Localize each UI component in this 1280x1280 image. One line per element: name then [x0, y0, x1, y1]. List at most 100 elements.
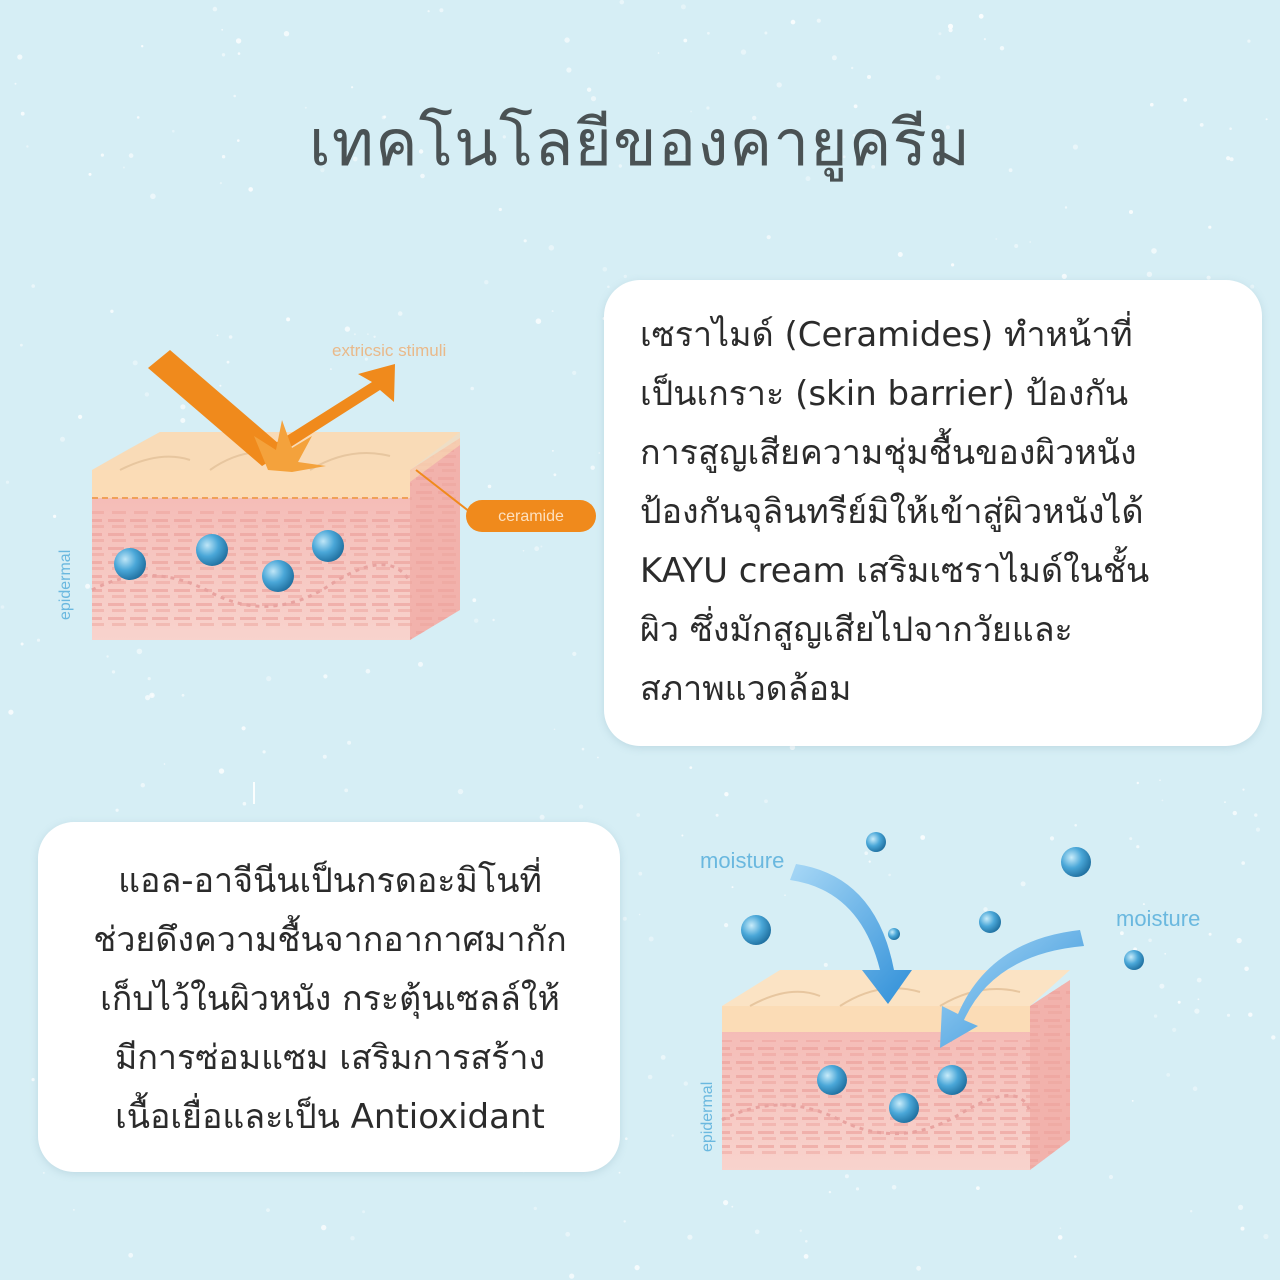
- speckle-dot: [1146, 271, 1153, 277]
- speckle-dot: [799, 1229, 802, 1232]
- speckle-dot: [17, 54, 23, 60]
- speckle-dot: [553, 728, 556, 731]
- speckle-dot: [740, 49, 747, 55]
- speckle-dot: [683, 1081, 688, 1086]
- speckle-dot: [163, 763, 166, 765]
- speckle-dot: [1254, 813, 1258, 817]
- speckle-dot: [1242, 788, 1245, 791]
- moisture-diagram: moisture moisture epidermal: [699, 832, 1200, 1170]
- speckle-dot: [680, 4, 686, 10]
- arginine-text-line: แอล-อาจีนีนเป็นกรดอะมิโนที่: [118, 861, 542, 901]
- speckle-dot: [579, 804, 584, 809]
- speckle-dot: [831, 55, 837, 61]
- molecule-ball: [817, 1065, 847, 1095]
- speckle-dot: [539, 814, 545, 820]
- speckle-dot: [427, 10, 430, 13]
- ceramide-text-line: KAYU cream เสริมเซราไมด์ในชั้น: [640, 551, 1150, 591]
- speckle-dot: [1161, 799, 1164, 802]
- speckle-dot: [533, 1206, 537, 1211]
- speckle-dot: [1074, 1255, 1077, 1258]
- speckle-dot: [805, 1240, 808, 1243]
- speckle-dot: [1159, 779, 1161, 781]
- ceramide-text-line: การสูญเสียความชุ่มชื้นของผิวหนัง: [640, 433, 1137, 473]
- speckle-dot: [181, 693, 185, 697]
- speckle-dot: [523, 239, 527, 243]
- speckle-dot: [145, 695, 151, 701]
- speckle-dot: [938, 32, 942, 36]
- molecule-ball: [312, 530, 344, 562]
- speckle-dot: [564, 37, 570, 43]
- speckle-dot: [439, 8, 444, 13]
- speckle-dot: [1064, 206, 1068, 209]
- speckle-dot: [1224, 801, 1226, 803]
- molecule-ball: [889, 1093, 919, 1123]
- speckle-dot: [619, 0, 625, 5]
- speckle-dot: [1271, 1035, 1276, 1040]
- speckle-dot: [916, 1265, 921, 1271]
- speckle-dot: [951, 263, 955, 267]
- speckle-dot: [681, 834, 684, 837]
- speckle-dot: [266, 1208, 270, 1212]
- speckle-dot: [1250, 284, 1255, 289]
- moisture-drop: [1124, 950, 1144, 970]
- speckle-dot: [128, 1252, 134, 1258]
- speckle-dot: [764, 31, 768, 35]
- speckle-dot: [1014, 244, 1019, 248]
- speckle-dot: [1247, 39, 1251, 43]
- moisture-drop: [888, 928, 900, 940]
- speckle-dot: [687, 1234, 693, 1240]
- speckle-dot: [995, 238, 998, 240]
- moisture-label-left: moisture: [700, 848, 784, 873]
- speckle-dot: [8, 709, 14, 715]
- speckle-dot: [1136, 781, 1140, 785]
- speckle-dot: [565, 1231, 571, 1237]
- moisture-drop: [741, 915, 771, 945]
- page-title: เทคโนโลยีของคายูครีม: [308, 107, 972, 181]
- speckle-dot: [1061, 273, 1067, 279]
- arginine-text-line: ช่วยดึงความชื้นจากอากาศมากัก: [93, 920, 567, 960]
- moisture-label-right: moisture: [1116, 906, 1200, 931]
- speckle-dot: [1059, 1227, 1062, 1229]
- speckle-dot: [1057, 1235, 1063, 1240]
- speckle-dot: [1208, 225, 1212, 229]
- speckle-dot: [1263, 1233, 1269, 1240]
- arginine-info-card: แอล-อาจีนีนเป็นกรดอะมิโนที่ ช่วยดึงความช…: [38, 822, 620, 1172]
- speckle-dot: [1255, 827, 1261, 832]
- speckle-dot: [350, 1236, 355, 1241]
- speckle-dot: [897, 252, 903, 257]
- ceramide-text-line: เซราไมด์ (Ceramides) ทำหน้าที่: [640, 315, 1133, 355]
- speckle-dot: [683, 38, 688, 43]
- arginine-text-line: เนื้อเยื่อและเป็น Antioxidant: [115, 1097, 545, 1137]
- speckle-dot: [322, 754, 327, 759]
- speckle-dot: [803, 1254, 809, 1259]
- speckle-dot: [867, 75, 871, 79]
- speckle-dot: [73, 1209, 75, 1211]
- speckle-dot: [262, 750, 266, 754]
- speckle-dot: [935, 75, 941, 80]
- speckle-dot: [657, 52, 660, 54]
- speckle-dot: [689, 766, 693, 769]
- speckle-dot: [671, 1134, 674, 1137]
- molecule-ball: [262, 560, 294, 592]
- speckle-dot: [14, 82, 17, 85]
- molecule-ball: [937, 1065, 967, 1095]
- speckle-dot: [31, 284, 35, 288]
- speckle-dot: [323, 674, 328, 679]
- speckle-dot: [731, 1205, 734, 1208]
- speckle-dot: [457, 788, 464, 795]
- speckle-dot: [1238, 1204, 1244, 1210]
- speckle-dot: [723, 1200, 729, 1206]
- speckle-dot: [484, 280, 489, 285]
- speckle-dot: [790, 19, 796, 25]
- connector-line: [253, 782, 255, 804]
- speckle-dot: [983, 38, 987, 41]
- speckle-dot: [551, 310, 554, 313]
- arginine-text-line: มีการซ่อมแซม เสริมการสร้าง: [114, 1038, 546, 1078]
- speckle-dot: [638, 871, 643, 876]
- speckle-dot: [347, 740, 352, 745]
- speckle-dot: [1129, 210, 1133, 214]
- speckle-dot: [151, 694, 154, 697]
- moisture-drop: [1061, 847, 1091, 877]
- speckle-dot: [115, 808, 119, 812]
- speckle-dot: [221, 28, 224, 31]
